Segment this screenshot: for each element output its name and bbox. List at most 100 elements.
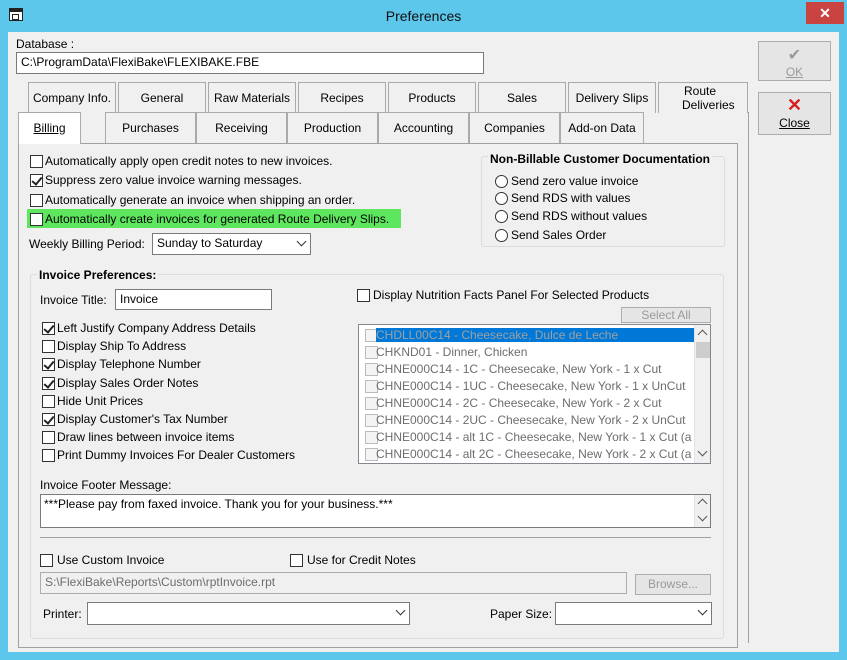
scroll-up-icon[interactable] — [697, 329, 708, 340]
scroll-down-icon[interactable] — [697, 446, 708, 457]
paper-size-select[interactable] — [555, 602, 712, 625]
send-rds-without-values-radio[interactable] — [495, 210, 508, 223]
nutrition-products-list[interactable]: CHDLL00C14 - Cheesecake, Dulce de Leche … — [358, 324, 711, 464]
printer-select[interactable] — [87, 602, 410, 625]
dialog-body: Database : C:\ProgramData\FlexiBake\FLEX… — [8, 32, 839, 652]
left-justify-address-label: Left Justify Company Address Details — [57, 321, 256, 335]
tab-billing[interactable]: Billing — [18, 112, 81, 144]
send-zero-value-label: Send zero value invoice — [511, 174, 639, 188]
close-button-label: Close — [779, 116, 810, 130]
chevron-down-icon — [697, 605, 708, 616]
tab-receiving[interactable]: Receiving — [196, 112, 287, 143]
custom-invoice-path-field[interactable]: S:\FlexiBake\Reports\Custom\rptInvoice.r… — [40, 572, 627, 594]
use-custom-invoice-checkbox[interactable] — [40, 554, 53, 567]
close-button[interactable]: ✕ Close — [758, 92, 831, 135]
hide-unit-prices-label: Hide Unit Prices — [57, 394, 144, 408]
display-sales-order-notes-label: Display Sales Order Notes — [57, 376, 199, 390]
tab-route-deliveries[interactable]: Route Deliveries — [658, 82, 748, 113]
product-label: CHNE000C14 - 1UC - Cheesecake, New York … — [376, 379, 686, 393]
browse-button[interactable]: Browse... — [635, 574, 711, 595]
billing-tab-panel: Automatically apply open credit notes to… — [18, 143, 738, 648]
scroll-thumb[interactable] — [696, 342, 710, 358]
send-sales-order-radio[interactable] — [495, 229, 508, 242]
display-sales-order-notes-checkbox[interactable] — [42, 377, 55, 390]
preferences-window: Preferences ✕ Database : C:\ProgramData\… — [0, 0, 847, 660]
products-scrollbar[interactable] — [694, 325, 710, 463]
product-label: CHNE000C14 - alt 1C - Cheesecake, New Yo… — [376, 430, 692, 444]
send-rds-values-radio[interactable] — [495, 192, 508, 205]
tab-recipes[interactable]: Recipes — [298, 82, 386, 113]
footer-message-label: Invoice Footer Message: — [40, 478, 172, 492]
title-bar: Preferences ✕ — [0, 0, 847, 32]
auto-apply-credit-label: Automatically apply open credit notes to… — [45, 154, 333, 168]
invoice-title-label: Invoice Title: — [40, 293, 107, 307]
tab-company-info[interactable]: Company Info. — [28, 82, 116, 113]
tab-delivery-slips[interactable]: Delivery Slips — [568, 82, 656, 113]
list-item[interactable]: CHNE000C14 - 1C - Cheesecake, New York -… — [359, 361, 695, 378]
use-for-credit-notes-checkbox[interactable] — [290, 554, 303, 567]
select-all-button[interactable]: Select All — [621, 307, 711, 323]
product-label: CHNE000C14 - 1C - Cheesecake, New York -… — [376, 362, 662, 376]
display-ship-to-checkbox[interactable] — [42, 340, 55, 353]
tab-route-deliveries-label: Route Deliveries — [665, 84, 735, 112]
nonbillable-title: Non-Billable Customer Documentation — [488, 152, 713, 166]
tab-accounting[interactable]: Accounting — [378, 112, 469, 143]
send-sales-order-label: Send Sales Order — [511, 228, 607, 242]
tab-purchases[interactable]: Purchases — [105, 112, 196, 143]
tab-production[interactable]: Production — [287, 112, 378, 143]
tab-products[interactable]: Products — [388, 82, 476, 113]
ok-button-label: OK — [785, 65, 804, 79]
nutrition-facts-checkbox[interactable] — [357, 289, 370, 302]
tab-add-on-data[interactable]: Add-on Data — [560, 112, 644, 143]
invoice-title-input[interactable]: Invoice — [115, 289, 272, 310]
display-tax-number-checkbox[interactable] — [42, 413, 55, 426]
tab-sales[interactable]: Sales — [478, 82, 566, 113]
scroll-up-icon[interactable] — [697, 498, 708, 509]
tab-raw-materials[interactable]: Raw Materials — [208, 82, 296, 113]
footer-scrollbar[interactable] — [694, 495, 710, 527]
ok-button[interactable]: ✔ OK — [758, 41, 831, 81]
list-item[interactable]: CHNE000C14 - 1UC - Cheesecake, New York … — [359, 378, 695, 395]
hide-unit-prices-checkbox[interactable] — [42, 395, 55, 408]
send-zero-value-radio[interactable] — [495, 175, 508, 188]
use-custom-invoice-label: Use Custom Invoice — [57, 553, 165, 567]
suppress-zero-warning-label: Suppress zero value invoice warning mess… — [45, 173, 302, 187]
scroll-down-icon[interactable] — [697, 511, 708, 522]
footer-message-input[interactable]: ***Please pay from faxed invoice. Thank … — [40, 494, 711, 528]
tab-general[interactable]: General — [118, 82, 206, 113]
list-item[interactable]: CHNE000C14 - 2C - Cheesecake, New York -… — [359, 395, 695, 412]
chevron-down-icon — [395, 605, 406, 616]
list-item[interactable]: CHDLL00C14 - Cheesecake, Dulce de Leche — [359, 327, 696, 344]
footer-message-text: ***Please pay from faxed invoice. Thank … — [44, 497, 393, 511]
print-dummy-invoices-checkbox[interactable] — [42, 449, 55, 462]
window-close-icon[interactable]: ✕ — [806, 2, 844, 24]
display-telephone-checkbox[interactable] — [42, 358, 55, 371]
tab-billing-label: Billing — [33, 121, 66, 135]
list-item[interactable]: CHKND01 - Dinner, Chicken — [359, 344, 695, 361]
weekly-billing-period-label: Weekly Billing Period: — [29, 237, 145, 251]
weekly-billing-period-select[interactable]: Sunday to Saturday — [152, 233, 311, 255]
display-tax-number-label: Display Customer's Tax Number — [57, 412, 228, 426]
list-item[interactable]: CHNE000C14 - alt 1C - Cheesecake, New Yo… — [359, 429, 695, 446]
use-for-credit-notes-label: Use for Credit Notes — [307, 553, 416, 567]
auto-generate-invoice-checkbox[interactable] — [30, 194, 43, 207]
auto-apply-credit-checkbox[interactable] — [30, 155, 43, 168]
auto-create-rds-invoices-label: Automatically create invoices for genera… — [45, 212, 390, 226]
list-item[interactable]: CHNE000C14 - 2UC - Cheesecake, New York … — [359, 412, 695, 429]
product-label: CHNE000C14 - 2C - Cheesecake, New York -… — [376, 396, 662, 410]
suppress-zero-warning-checkbox[interactable] — [30, 174, 43, 187]
send-rds-values-label: Send RDS with values — [511, 191, 631, 205]
tab-companies[interactable]: Companies — [469, 112, 560, 143]
check-icon: ✔ — [787, 47, 802, 64]
weekly-billing-period-value: Sunday to Saturday — [157, 236, 263, 250]
left-justify-address-checkbox[interactable] — [42, 322, 55, 335]
print-dummy-invoices-label: Print Dummy Invoices For Dealer Customer… — [57, 448, 296, 462]
product-label: CHNE000C14 - 2UC - Cheesecake, New York … — [376, 413, 686, 427]
list-item[interactable]: CHNE000C14 - alt 2C - Cheesecake, New Yo… — [359, 446, 695, 463]
draw-lines-checkbox[interactable] — [42, 431, 55, 444]
tab-panel-edge — [748, 112, 749, 643]
close-icon: ✕ — [786, 95, 803, 115]
draw-lines-label: Draw lines between invoice items — [57, 430, 235, 444]
database-path-field[interactable]: C:\ProgramData\FlexiBake\FLEXIBAKE.FBE — [16, 52, 484, 74]
auto-create-rds-invoices-checkbox[interactable] — [30, 213, 43, 226]
